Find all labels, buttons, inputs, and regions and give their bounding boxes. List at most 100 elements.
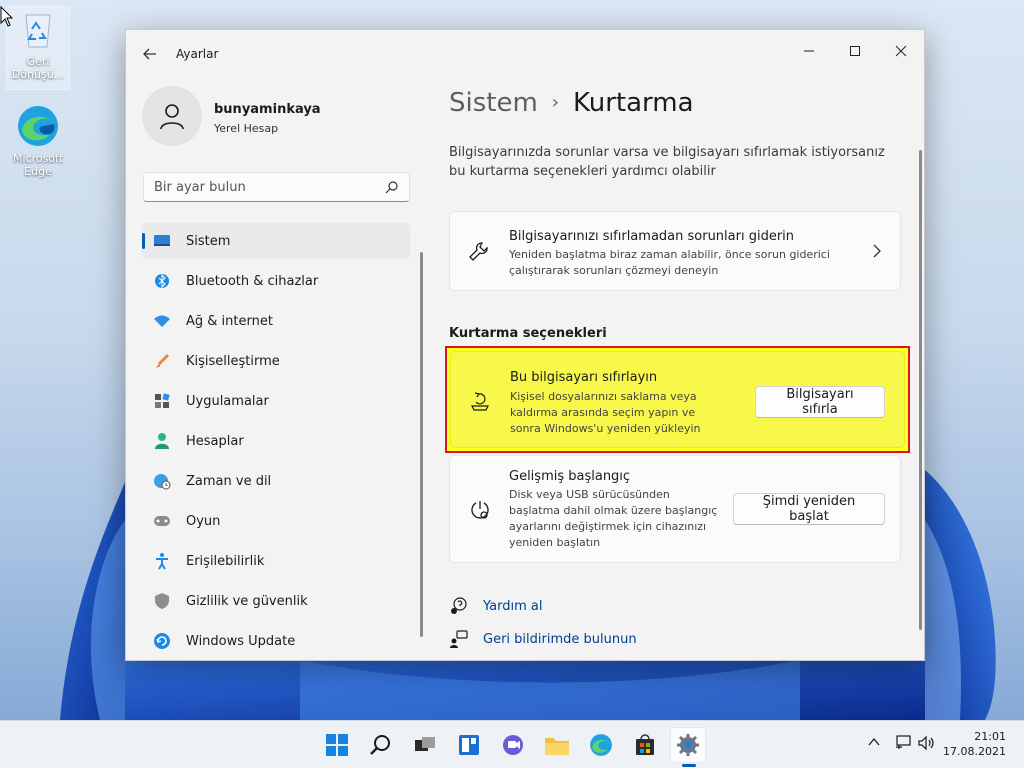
sidebar-item-label: Oyun bbox=[186, 513, 221, 529]
sidebar-item-label: Hesaplar bbox=[186, 433, 244, 449]
search-box bbox=[143, 172, 410, 202]
sidebar-item-accessibility[interactable]: Erişilebilirlik bbox=[142, 543, 410, 579]
app-title: Ayarlar bbox=[176, 47, 219, 61]
shield-icon bbox=[152, 591, 172, 611]
active-app-indicator bbox=[682, 764, 696, 767]
edge-browser-button[interactable] bbox=[583, 727, 619, 763]
arrow-left-icon bbox=[143, 48, 156, 60]
content-scrollbar[interactable] bbox=[919, 150, 922, 630]
reset-pc-button[interactable]: Bilgisayarı sıfırla bbox=[755, 386, 885, 418]
user-profile[interactable]: bunyaminkaya Yerel Hesap bbox=[142, 86, 402, 148]
windows-logo-icon bbox=[326, 734, 348, 756]
get-help-label: Yardım al bbox=[483, 598, 543, 614]
maximize-icon bbox=[850, 46, 860, 56]
sidebar-item-windows-update[interactable]: Windows Update bbox=[142, 623, 410, 659]
desktop-icon-label: Microsoft Edge bbox=[12, 152, 64, 178]
breadcrumb: Sistem › Kurtarma bbox=[449, 88, 694, 118]
file-explorer-button[interactable] bbox=[539, 727, 575, 763]
network-tray-icon[interactable] bbox=[894, 735, 912, 755]
ethernet-icon bbox=[896, 735, 911, 749]
sidebar-item-personalization[interactable]: Kişiselleştirme bbox=[142, 343, 410, 379]
power-settings-icon bbox=[468, 499, 490, 521]
task-view-button[interactable] bbox=[407, 727, 443, 763]
accessibility-icon bbox=[152, 551, 172, 571]
maximize-button[interactable] bbox=[832, 36, 878, 66]
reset-pc-title: Bu bilgisayarı sıfırlayın bbox=[510, 370, 658, 385]
close-icon bbox=[895, 45, 907, 57]
update-icon bbox=[152, 631, 172, 651]
desktop-icon-edge[interactable]: Microsoft Edge bbox=[6, 104, 70, 178]
teams-chat-button[interactable] bbox=[495, 727, 531, 763]
globe-clock-icon bbox=[152, 471, 172, 491]
sidebar-item-sistem[interactable]: Sistem bbox=[142, 223, 410, 259]
breadcrumb-parent[interactable]: Sistem bbox=[449, 88, 538, 118]
sidebar-item-apps[interactable]: Uygulamalar bbox=[142, 383, 410, 419]
sidebar-item-label: Gizlilik ve güvenlik bbox=[186, 593, 308, 609]
section-title: Kurtarma seçenekleri bbox=[449, 326, 607, 341]
troubleshoot-card[interactable]: Bilgisayarınızı sıfırlamadan sorunları g… bbox=[449, 211, 901, 291]
give-feedback-label: Geri bildirimde bulunun bbox=[483, 631, 637, 647]
sidebar-scrollbar[interactable] bbox=[420, 252, 423, 637]
advanced-startup-card: Gelişmiş başlangıç Disk veya USB sürücüs… bbox=[449, 455, 901, 563]
tray-overflow-button[interactable] bbox=[867, 735, 881, 753]
chevron-up-icon bbox=[868, 737, 880, 746]
task-view-icon bbox=[415, 737, 435, 751]
volume-tray-icon[interactable] bbox=[918, 735, 936, 755]
chat-icon bbox=[503, 735, 523, 755]
sidebar-item-label: Kişiselleştirme bbox=[186, 353, 280, 369]
get-help-link[interactable]: Yardım al bbox=[449, 596, 542, 616]
person-icon bbox=[160, 104, 184, 130]
sidebar-nav: Sistem Bluetooth & cihazlar Ağ & interne… bbox=[142, 223, 410, 660]
recycle-bin-icon bbox=[16, 7, 60, 51]
help-icon bbox=[449, 596, 469, 616]
brush-icon bbox=[152, 351, 172, 371]
reset-pc-icon bbox=[469, 390, 491, 412]
folder-icon bbox=[545, 738, 569, 755]
sidebar-item-accounts[interactable]: Hesaplar bbox=[142, 423, 410, 459]
sidebar-item-label: Ağ & internet bbox=[186, 313, 273, 329]
sidebar-item-label: Erişilebilirlik bbox=[186, 553, 265, 569]
search-icon[interactable] bbox=[385, 180, 399, 198]
title-bar: Ayarlar bbox=[126, 30, 924, 78]
sidebar-item-bluetooth[interactable]: Bluetooth & cihazlar bbox=[142, 263, 410, 299]
clock[interactable]: 21:01 17.08.2021 bbox=[943, 729, 1006, 759]
taskbar-search-button[interactable] bbox=[363, 727, 399, 763]
close-button[interactable] bbox=[878, 36, 924, 66]
speaker-icon bbox=[918, 735, 934, 751]
start-button[interactable] bbox=[319, 727, 355, 763]
desktop-icon-recycle-bin[interactable]: Geri Dönüşü... bbox=[6, 6, 70, 90]
page-title: Kurtarma bbox=[573, 88, 694, 118]
sidebar-item-gaming[interactable]: Oyun bbox=[142, 503, 410, 539]
minimize-button[interactable] bbox=[786, 36, 832, 66]
bluetooth-icon bbox=[152, 271, 172, 291]
sidebar-item-time-language[interactable]: Zaman ve dil bbox=[142, 463, 410, 499]
breadcrumb-separator: › bbox=[551, 92, 559, 113]
widgets-button[interactable] bbox=[451, 727, 487, 763]
clock-date: 17.08.2021 bbox=[943, 745, 1006, 758]
restart-now-button[interactable]: Şimdi yeniden başlat bbox=[733, 493, 885, 525]
back-button[interactable] bbox=[140, 44, 160, 64]
sidebar-item-privacy[interactable]: Gizlilik ve güvenlik bbox=[142, 583, 410, 619]
profile-name: bunyaminkaya bbox=[214, 102, 321, 117]
sidebar-item-network[interactable]: Ağ & internet bbox=[142, 303, 410, 339]
store-button[interactable] bbox=[627, 727, 663, 763]
settings-window: Ayarlar bunyaminkaya Yerel Hesap Sistem bbox=[125, 29, 925, 661]
settings-taskbar-button[interactable] bbox=[670, 727, 706, 763]
taskbar: 21:01 17.08.2021 bbox=[0, 720, 1024, 768]
mouse-cursor-icon bbox=[0, 5, 14, 32]
sidebar-item-label: Zaman ve dil bbox=[186, 473, 272, 489]
widgets-icon bbox=[459, 735, 479, 755]
desktop-icon-label: Geri Dönüşü... bbox=[11, 55, 65, 81]
edge-icon bbox=[16, 104, 60, 148]
person-icon bbox=[152, 431, 172, 451]
advanced-startup-title: Gelişmiş başlangıç bbox=[509, 469, 631, 484]
minimize-icon bbox=[804, 50, 814, 52]
search-input[interactable] bbox=[144, 173, 374, 201]
give-feedback-link[interactable]: Geri bildirimde bulunun bbox=[449, 629, 637, 649]
wifi-icon bbox=[152, 311, 172, 331]
troubleshoot-title: Bilgisayarınızı sıfırlamadan sorunları g… bbox=[509, 229, 795, 244]
avatar bbox=[142, 86, 202, 146]
edge-icon bbox=[590, 734, 612, 756]
chevron-right-icon bbox=[872, 244, 882, 262]
advanced-startup-subtitle: Disk veya USB sürücüsünden başlatma dahi… bbox=[509, 488, 718, 549]
